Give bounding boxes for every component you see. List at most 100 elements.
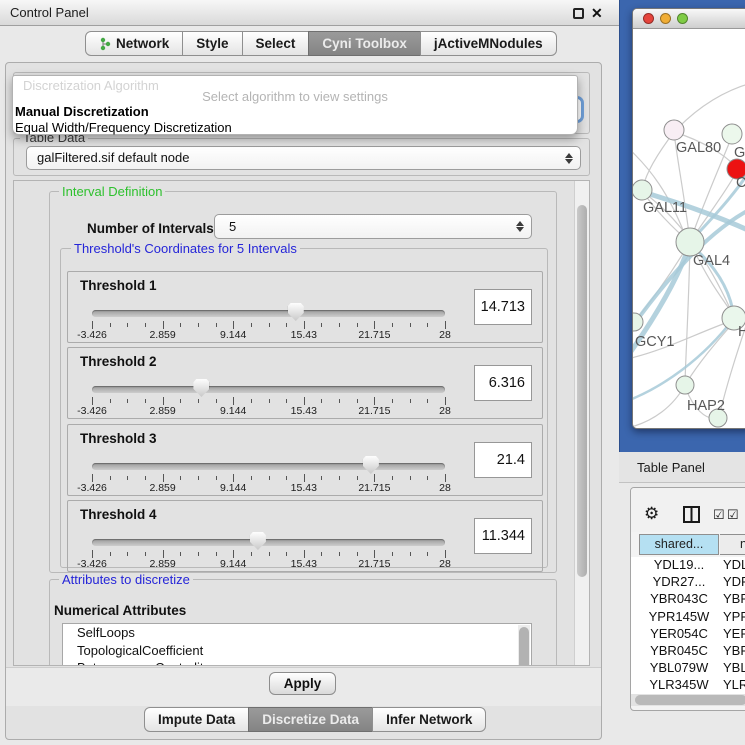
checkbox-icon[interactable]: ☑ bbox=[713, 508, 725, 521]
thresholds-group-title: Threshold's Coordinates for 5 Intervals bbox=[71, 242, 300, 256]
slider-track[interactable] bbox=[92, 463, 445, 470]
column-header-shared-name[interactable]: shared... bbox=[639, 534, 719, 555]
tick-mark bbox=[145, 323, 146, 327]
column-header-name[interactable]: na bbox=[720, 534, 745, 555]
table-row[interactable]: YLR345WYLR3 bbox=[631, 677, 745, 694]
slider-track[interactable] bbox=[92, 310, 445, 317]
split-columns-icon[interactable] bbox=[683, 506, 700, 523]
tick-mark bbox=[339, 552, 340, 556]
number-of-intervals-combobox[interactable]: 5 bbox=[214, 214, 532, 239]
tick-mark bbox=[216, 399, 217, 403]
table-row[interactable]: YBR043CYBR0 bbox=[631, 591, 745, 608]
tab-jactivemnodules[interactable]: jActiveMNodules bbox=[420, 31, 557, 56]
network-node[interactable] bbox=[664, 120, 684, 140]
close-traffic-light[interactable] bbox=[643, 13, 654, 24]
network-node[interactable] bbox=[676, 228, 704, 256]
tick-mark bbox=[127, 476, 128, 480]
tick-label: 28 bbox=[439, 329, 451, 341]
cell-shared-name: YER054C bbox=[639, 626, 719, 641]
tab-label: Infer Network bbox=[386, 708, 472, 731]
list-item[interactable]: BetweennessCentrality bbox=[63, 659, 531, 666]
top-tab-bar: Network Style Select Cyni Toolbox jActiveMNo… bbox=[85, 31, 557, 56]
table-row[interactable]: YBL079WYBL0 bbox=[631, 660, 745, 677]
number-of-intervals-value: 5 bbox=[229, 215, 236, 238]
threshold-value-field[interactable]: 6.316 bbox=[474, 365, 532, 401]
tab-discretize-data[interactable]: Discretize Data bbox=[248, 707, 373, 732]
threshold-label: Threshold 3 bbox=[80, 431, 157, 446]
list-item[interactable]: SelfLoops bbox=[63, 624, 531, 642]
tab-network[interactable]: Network bbox=[85, 31, 183, 56]
tab-label: Network bbox=[116, 32, 169, 55]
minimize-traffic-light[interactable] bbox=[660, 13, 671, 24]
slider-thumb[interactable] bbox=[193, 379, 209, 397]
attributes-scrollbar[interactable] bbox=[518, 625, 530, 666]
tick-label: 2.859 bbox=[149, 482, 175, 494]
network-node[interactable] bbox=[722, 124, 742, 144]
tab-impute-data[interactable]: Impute Data bbox=[144, 707, 249, 732]
cell-shared-name: YLR345W bbox=[639, 677, 719, 692]
tick-mark bbox=[145, 552, 146, 556]
network-node[interactable] bbox=[676, 376, 694, 394]
tick-label: -3.426 bbox=[77, 405, 107, 417]
network-edge[interactable] bbox=[685, 323, 733, 385]
slider-thumb[interactable] bbox=[288, 303, 304, 321]
cell-name: YBR0 bbox=[723, 591, 745, 606]
menu-item-manual-discretization[interactable]: Manual Discretization bbox=[15, 104, 149, 119]
tick-mark bbox=[410, 476, 411, 480]
tick-mark bbox=[216, 323, 217, 327]
tick-mark bbox=[233, 550, 234, 558]
settings-vertical-scrollbar[interactable] bbox=[574, 181, 589, 665]
tab-label: Cyni Toolbox bbox=[322, 32, 407, 55]
list-item[interactable]: TopologicalCoefficient bbox=[63, 642, 531, 660]
network-edge[interactable] bbox=[643, 132, 674, 187]
tab-select[interactable]: Select bbox=[242, 31, 310, 56]
menu-item-equal-width[interactable]: Equal Width/Frequency Discretization bbox=[15, 120, 232, 135]
table-row[interactable]: YBR045CYBR0 bbox=[631, 643, 745, 660]
gear-icon[interactable]: ⚙ bbox=[644, 505, 659, 522]
network-canvas[interactable]: GAL80GACGAL11GAL4GCY1HHAP2 bbox=[633, 29, 745, 429]
cell-name: YBR0 bbox=[723, 643, 745, 658]
threshold-value-field[interactable]: 21.4 bbox=[474, 442, 532, 478]
apply-button[interactable]: Apply bbox=[269, 672, 336, 695]
slider-track[interactable] bbox=[92, 386, 445, 393]
table-row[interactable]: YDL19...YDL1 bbox=[631, 557, 745, 574]
tab-infer-network[interactable]: Infer Network bbox=[372, 707, 486, 732]
table-horizontal-scrollbar[interactable] bbox=[631, 694, 745, 706]
tick-label: 28 bbox=[439, 405, 451, 417]
table-panel: ⚙ ☑ ☑ shared... na YDL19...YDL1YDR27...Y… bbox=[630, 487, 745, 711]
tick-mark bbox=[304, 397, 305, 405]
table-row[interactable]: YER054CYER0 bbox=[631, 626, 745, 643]
node-label: C bbox=[736, 175, 745, 191]
tick-mark bbox=[92, 474, 93, 482]
threshold-value-field[interactable]: 11.344 bbox=[474, 518, 532, 554]
tick-mark bbox=[321, 552, 322, 556]
network-edge[interactable] bbox=[633, 385, 685, 427]
table-row[interactable]: YPR145WYPR1 bbox=[631, 609, 745, 626]
float-window-icon[interactable] bbox=[573, 8, 584, 19]
zoom-traffic-light[interactable] bbox=[677, 13, 688, 24]
table-row[interactable]: YDR27...YDR2 bbox=[631, 574, 745, 591]
tick-mark bbox=[392, 476, 393, 480]
tick-mark bbox=[180, 476, 181, 480]
tab-cyni-toolbox[interactable]: Cyni Toolbox bbox=[308, 31, 421, 56]
threshold-row: Threshold 2-3.4262.8599.14415.4321.71528… bbox=[67, 347, 543, 419]
algorithm-dropdown-popup: Discretization Algorithm Select algorith… bbox=[12, 75, 578, 135]
slider-thumb[interactable] bbox=[363, 456, 379, 474]
tick-mark bbox=[180, 399, 181, 403]
tick-label: 9.144 bbox=[220, 405, 246, 417]
threshold-value-field[interactable]: 14.713 bbox=[474, 289, 532, 325]
node-label: H bbox=[738, 324, 745, 340]
tick-mark bbox=[233, 321, 234, 329]
tab-style[interactable]: Style bbox=[182, 31, 242, 56]
attributes-list[interactable]: SelfLoopsTopologicalCoefficientBetweenne… bbox=[62, 623, 532, 666]
slider-track[interactable] bbox=[92, 539, 445, 546]
tick-mark bbox=[321, 476, 322, 480]
tick-mark bbox=[145, 476, 146, 480]
slider-thumb[interactable] bbox=[250, 532, 266, 550]
tab-label: Style bbox=[196, 32, 228, 55]
close-icon[interactable]: ✕ bbox=[591, 4, 603, 22]
network-node[interactable] bbox=[633, 180, 652, 200]
checkbox-icon[interactable]: ☑ bbox=[727, 508, 739, 521]
tick-mark bbox=[427, 552, 428, 556]
table-data-combobox[interactable]: galFiltered.sif default node bbox=[26, 146, 581, 170]
